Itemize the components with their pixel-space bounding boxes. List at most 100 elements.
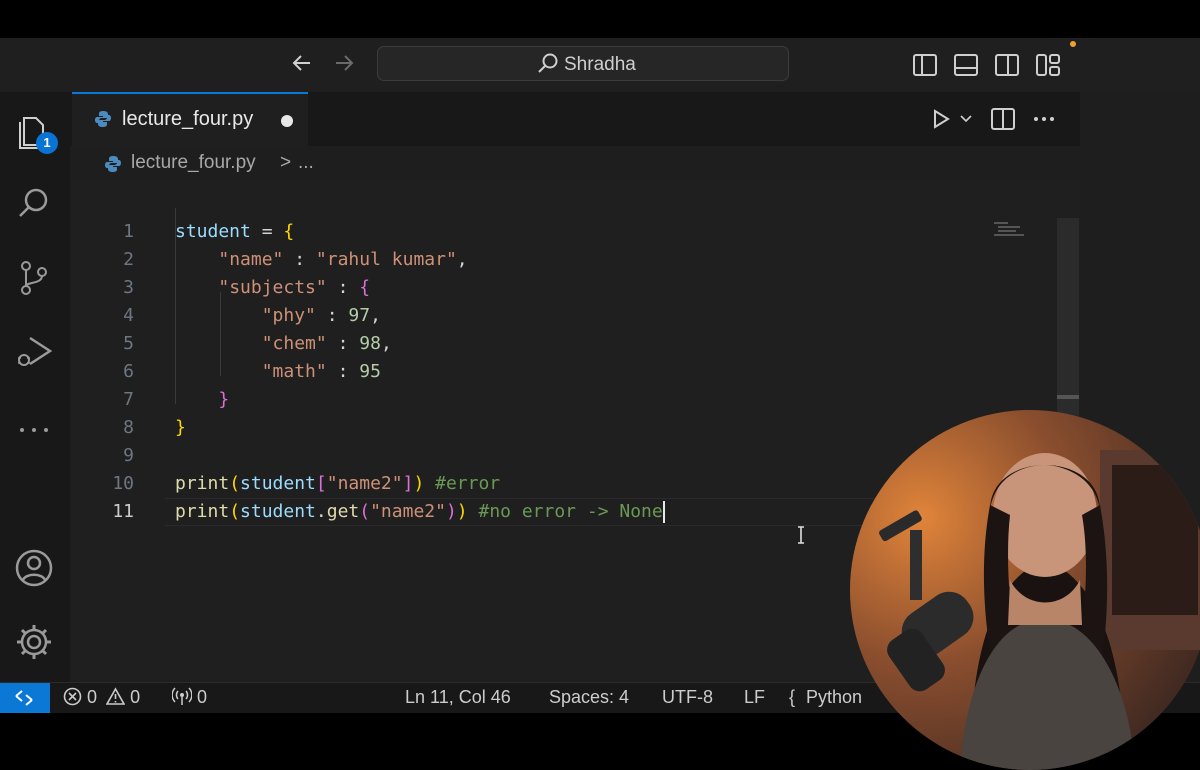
line-number: 11	[112, 501, 134, 522]
code-token: ]	[402, 473, 414, 494]
code-token: }	[175, 417, 186, 438]
toggle-secondary-sidebar-icon[interactable]	[995, 54, 1019, 76]
unsaved-indicator[interactable]	[281, 115, 293, 127]
arrow-right-icon[interactable]	[331, 50, 357, 76]
breadcrumb-separator: >	[280, 152, 292, 173]
code-token: "name"	[218, 249, 284, 270]
update-indicator	[1070, 41, 1076, 47]
code-token: ,	[456, 249, 468, 270]
run-python-file-icon[interactable]	[930, 108, 952, 130]
code-text: print(student.get("name2")) #no error ->…	[175, 498, 665, 526]
code-token: (	[229, 501, 241, 522]
code-line[interactable]: 4 "phy" : 97,	[70, 302, 1060, 330]
toggle-primary-sidebar-icon[interactable]	[913, 54, 937, 76]
more-actions-icon[interactable]	[1032, 108, 1056, 130]
code-token: "phy"	[261, 305, 316, 326]
account-icon[interactable]	[14, 548, 54, 588]
ports-count: 0	[197, 687, 208, 707]
code-token: [	[315, 473, 327, 494]
code-token: {	[283, 221, 295, 242]
indent-guide	[220, 292, 221, 376]
warning-icon	[105, 687, 126, 705]
line-number: 3	[123, 277, 134, 298]
code-token: #error	[435, 473, 501, 494]
line-number: 9	[123, 445, 134, 466]
code-token: #no error -> None	[478, 501, 663, 522]
code-text: student = {	[175, 218, 294, 246]
code-line[interactable]: 5 "chem" : 98,	[70, 330, 1060, 358]
breadcrumb-symbols[interactable]: ...	[298, 152, 314, 174]
indentation-setting[interactable]: Spaces: 4	[549, 687, 629, 708]
breadcrumb-file[interactable]: lecture_four.py	[131, 152, 256, 174]
tab-label: lecture_four.py	[122, 108, 254, 130]
language-mode[interactable]: { Python	[789, 687, 862, 708]
toggle-panel-icon[interactable]	[954, 54, 978, 76]
code-token: print	[175, 473, 230, 494]
code-token: "rahul kumar"	[315, 249, 457, 270]
problems-indicator[interactable]: 0 0	[63, 687, 140, 708]
more-icon[interactable]	[14, 410, 54, 450]
encoding-setting[interactable]: UTF-8	[662, 687, 713, 708]
indent-guide	[175, 208, 176, 404]
run-dropdown-icon[interactable]	[960, 114, 972, 124]
editor-tabs: lecture_four.py	[70, 92, 1080, 146]
code-text: "math" : 95	[175, 358, 381, 386]
language-icon: {	[789, 687, 796, 707]
code-line[interactable]: 3 "subjects" : {	[70, 274, 1060, 302]
arrow-left-icon[interactable]	[289, 50, 315, 76]
minimap[interactable]	[994, 221, 1024, 239]
line-number: 1	[123, 221, 134, 242]
text-caret	[662, 501, 665, 523]
search-icon[interactable]	[14, 184, 54, 224]
code-token: 95	[359, 361, 381, 382]
activity-bar: 1	[0, 92, 70, 682]
code-token: :	[315, 305, 349, 326]
tab-lecture-four[interactable]: lecture_four.py	[72, 92, 308, 146]
mouse-ibeam-cursor	[798, 526, 804, 544]
code-token: .	[315, 501, 327, 522]
code-line[interactable]: 8}	[70, 414, 1060, 442]
line-number: 8	[123, 417, 134, 438]
command-center-search[interactable]: Shradha	[377, 46, 789, 81]
split-editor-icon[interactable]	[991, 108, 1015, 130]
ports-indicator[interactable]: 0	[171, 687, 208, 708]
code-line[interactable]: 6 "math" : 95	[70, 358, 1060, 386]
explorer-badge: 1	[36, 132, 58, 154]
code-token: student	[175, 221, 251, 242]
source-control-icon[interactable]	[14, 258, 54, 298]
customize-layout-icon[interactable]	[1036, 54, 1060, 76]
code-text: "name" : "rahul kumar",	[175, 246, 468, 274]
code-token: {	[359, 277, 371, 298]
cursor-position[interactable]: Ln 11, Col 46	[405, 687, 511, 708]
code-token: get	[326, 501, 360, 522]
line-number: 4	[123, 305, 134, 326]
remote-indicator[interactable]	[0, 683, 50, 713]
code-token: :	[326, 333, 360, 354]
code-line[interactable]: 2 "name" : "rahul kumar",	[70, 246, 1060, 274]
remote-indicator-icon	[15, 690, 33, 706]
code-token: (	[229, 473, 241, 494]
code-token: 98	[359, 333, 381, 354]
line-number: 6	[123, 361, 134, 382]
code-token: student	[240, 473, 316, 494]
code-token: }	[218, 389, 230, 410]
error-count: 0	[87, 687, 98, 707]
code-line[interactable]: 7 }	[70, 386, 1060, 414]
code-line[interactable]: 1 student = {	[70, 218, 1060, 246]
presenter-photo	[850, 410, 1200, 770]
code-token: (	[359, 501, 371, 522]
run-and-debug-icon[interactable]	[14, 332, 54, 372]
code-token: :	[283, 249, 316, 270]
python-file-icon	[105, 156, 121, 172]
settings-icon[interactable]	[14, 622, 54, 662]
scrollbar-cursor-marker	[1057, 395, 1079, 399]
eol-setting[interactable]: LF	[744, 687, 765, 708]
python-file-icon	[95, 111, 111, 127]
code-text: "phy" : 97,	[175, 302, 381, 330]
